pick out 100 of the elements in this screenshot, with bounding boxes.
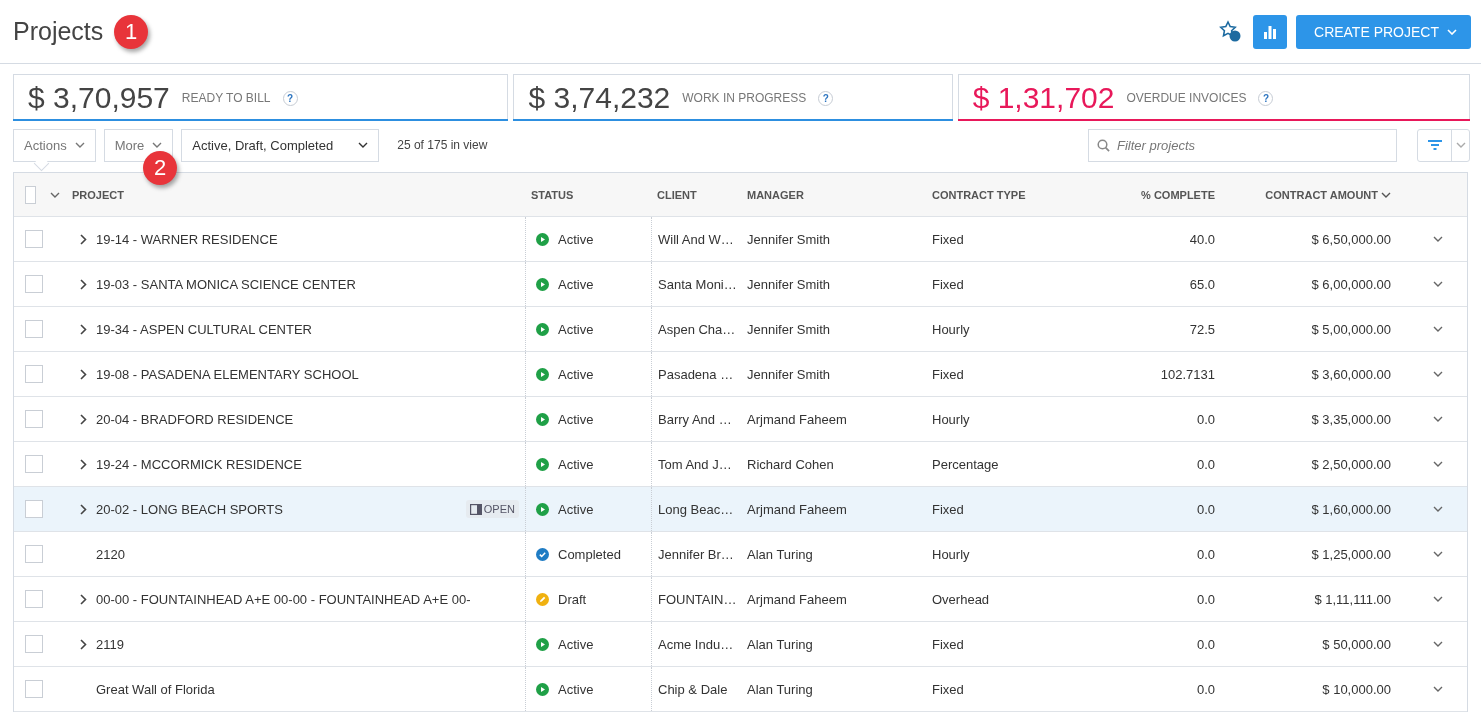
active-status-icon [536, 322, 549, 336]
row-checkbox[interactable] [25, 410, 43, 428]
percent-complete: 102.7131 [1160, 366, 1215, 382]
status-text: Active [558, 231, 594, 247]
caret-icon [74, 142, 85, 148]
row-menu-caret-icon [1433, 461, 1443, 467]
contract-amount: $ 10,000.00 [1322, 681, 1391, 697]
client-name: Aspen Cha… [658, 321, 736, 337]
active-status-icon [536, 637, 549, 651]
client-name: Long Beac… [658, 501, 734, 517]
contract-amount: $ 6,00,000.00 [1311, 276, 1391, 292]
contract-type: Overhead [932, 591, 990, 607]
project-name[interactable]: Great Wall of Florida [96, 681, 215, 697]
row-checkbox[interactable] [25, 635, 43, 653]
manager-name: Jennifer Smith [747, 276, 831, 292]
kpi-amount: $ 3,70,957 [28, 81, 170, 115]
row-menu-caret-icon [1433, 371, 1443, 377]
project-name[interactable]: 2119 [96, 636, 124, 652]
actions-dropdown[interactable]: Actions [13, 128, 96, 162]
active-status-icon [536, 232, 549, 246]
manager-name: Jennifer Smith [747, 366, 831, 382]
column-header[interactable]: MANAGER [747, 188, 804, 201]
status-text: Active [558, 456, 594, 472]
manager-name: Jennifer Smith [747, 231, 831, 247]
sort-caret-icon [1381, 191, 1391, 198]
column-header[interactable]: STATUS [531, 188, 574, 201]
contract-amount: $ 1,60,000.00 [1311, 501, 1391, 517]
percent-complete: 0.0 [1196, 591, 1215, 607]
row-checkbox[interactable] [25, 680, 43, 698]
search-icon [1097, 138, 1110, 152]
client-name: Jennifer Br… [658, 546, 734, 562]
row-checkbox[interactable] [25, 365, 43, 383]
row-checkbox[interactable] [25, 275, 43, 293]
status-text: Completed [558, 546, 621, 562]
column-header[interactable]: PROJECT [72, 188, 124, 201]
project-name[interactable]: 20-02 - LONG BEACH SPORTS [96, 501, 283, 517]
manager-name: Alan Turing [747, 636, 813, 652]
row-checkbox[interactable] [25, 455, 43, 473]
project-name[interactable]: 19-34 - ASPEN CULTURAL CENTER [96, 321, 312, 337]
contract-type: Fixed [932, 681, 964, 697]
project-name[interactable]: 19-08 - PASADENA ELEMENTARY SCHOOL [96, 366, 359, 382]
active-status-icon [536, 682, 549, 696]
contract-type: Fixed [932, 636, 964, 652]
manager-name: Arjmand Faheem [747, 411, 847, 427]
active-status-icon [536, 502, 549, 516]
contract-type: Percentage [932, 456, 999, 472]
status-filter-dropdown[interactable]: Active, Draft, Completed [181, 128, 380, 162]
star-icon[interactable] [1219, 19, 1243, 44]
active-status-icon [536, 412, 549, 426]
project-name[interactable]: 19-14 - WARNER RESIDENCE [96, 231, 278, 247]
filter-search-field[interactable]: Filter projects [1088, 128, 1397, 162]
manager-name: Arjmand Faheem [747, 501, 847, 517]
kpi-amount: $ 3,74,232 [528, 81, 671, 115]
client-name: Pasadena … [658, 366, 734, 382]
column-header[interactable]: CONTRACT TYPE [932, 188, 1026, 201]
status-text: Active [558, 276, 594, 292]
active-status-icon [536, 277, 549, 291]
column-header[interactable]: CONTRACT AMOUNT [1265, 188, 1391, 201]
kpi-label: WORK IN PROGRESS [682, 91, 807, 105]
contract-type: Hourly [932, 546, 970, 562]
row-count: 25 of 175 in view [397, 138, 489, 152]
select-all-checkbox[interactable] [25, 185, 36, 204]
client-name: FOUNTAIN… [658, 591, 737, 607]
manager-name: Jennifer Smith [747, 321, 831, 337]
percent-complete: 40.0 [1189, 231, 1215, 247]
caret-icon [1447, 28, 1457, 35]
status-text: Active [558, 321, 594, 337]
project-name[interactable]: 2120 [96, 546, 125, 562]
row-menu-caret-icon [1433, 686, 1443, 692]
contract-type: Fixed [932, 231, 964, 247]
chart-button[interactable] [1253, 14, 1287, 49]
percent-complete: 0.0 [1196, 501, 1215, 517]
project-name[interactable]: 20-04 - BRADFORD RESIDENCE [96, 411, 294, 427]
kpi-label: OVERDUE INVOICES [1126, 91, 1247, 105]
active-status-icon [536, 367, 549, 381]
percent-complete: 65.0 [1189, 276, 1215, 292]
contract-amount: $ 5,00,000.00 [1311, 321, 1391, 337]
callout-badge: 1 [114, 15, 148, 49]
percent-complete: 0.0 [1196, 456, 1215, 472]
column-header[interactable]: % COMPLETE [1141, 188, 1215, 201]
project-name[interactable]: 00-00 - FOUNTAINHEAD A+E 00-00 - FOUNTAINHEAD A+E 00- [96, 591, 471, 607]
project-name[interactable]: 19-24 - MCCORMICK RESIDENCE [96, 456, 302, 472]
row-checkbox[interactable] [25, 230, 43, 248]
percent-complete: 72.5 [1189, 321, 1215, 337]
contract-amount: $ 1,25,000.00 [1311, 546, 1391, 562]
column-header[interactable]: CLIENT [657, 188, 697, 201]
project-name[interactable]: 19-03 - SANTA MONICA SCIENCE CENTER [96, 276, 356, 292]
contract-type: Fixed [932, 366, 964, 382]
status-text: Active [558, 366, 594, 382]
row-checkbox[interactable] [25, 320, 43, 338]
caret-icon [152, 142, 163, 148]
row-checkbox[interactable] [25, 500, 43, 518]
row-menu-caret-icon [1433, 551, 1443, 557]
percent-complete: 0.0 [1196, 681, 1215, 697]
open-button[interactable]: OPEN [465, 500, 519, 518]
row-checkbox[interactable] [25, 545, 43, 563]
filter-button[interactable] [1417, 128, 1470, 162]
row-checkbox[interactable] [25, 590, 43, 608]
manager-name: Arjmand Faheem [747, 591, 847, 607]
row-menu-caret-icon [1433, 506, 1443, 512]
